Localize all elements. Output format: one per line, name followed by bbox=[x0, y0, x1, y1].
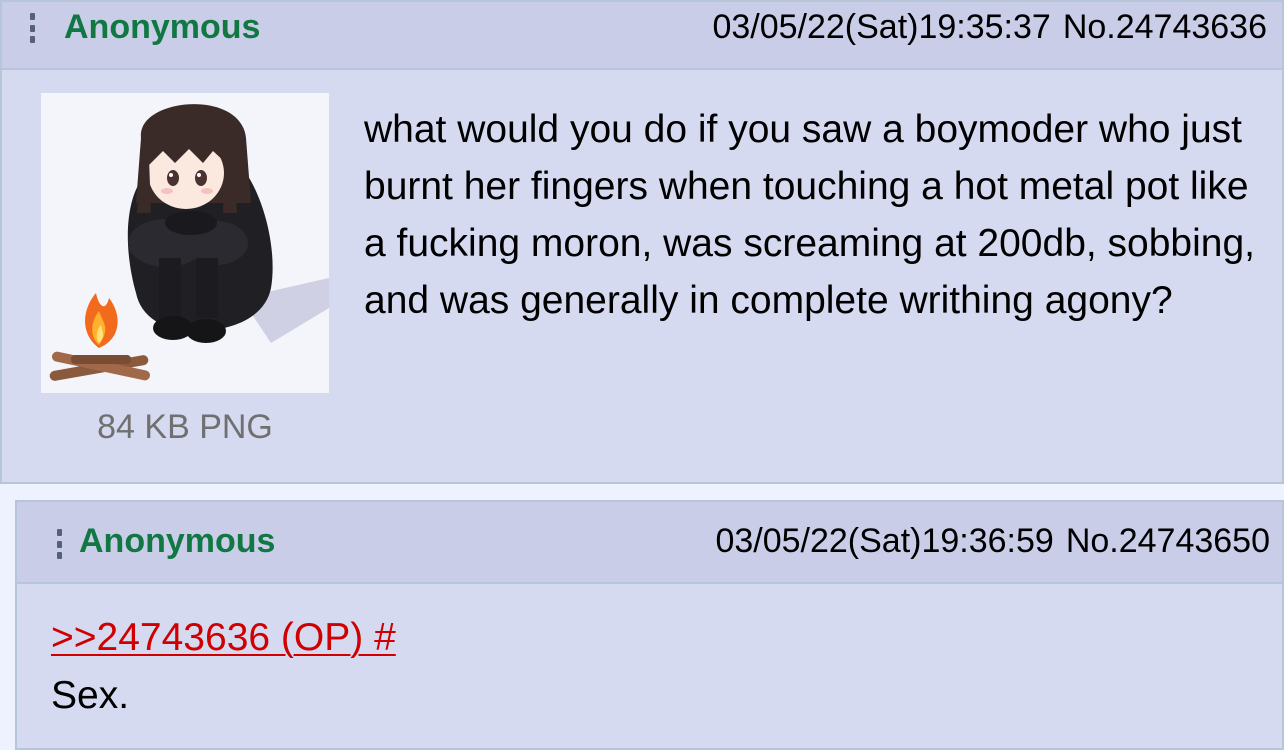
anime-girl-campfire-image bbox=[41, 93, 329, 393]
post-number[interactable]: No.24743650 bbox=[1066, 522, 1270, 560]
post-thumbnail[interactable] bbox=[41, 93, 329, 393]
post-header: Anonymous 03/05/22(Sat)19:35:37 No.247436… bbox=[2, 2, 1282, 70]
reply-post: Anonymous 03/05/22(Sat)19:36:59 No.247436… bbox=[15, 500, 1284, 750]
post-meta: 03/05/22(Sat)19:35:37 No.24743636 bbox=[712, 10, 1267, 44]
post-menu-icon[interactable] bbox=[30, 13, 36, 43]
post-header: Anonymous 03/05/22(Sat)19:36:59 No.247436… bbox=[17, 502, 1282, 584]
op-post: Anonymous 03/05/22(Sat)19:35:37 No.247436… bbox=[0, 0, 1284, 484]
poster-name: Anonymous bbox=[64, 8, 261, 46]
quote-link[interactable]: >>24743636 (OP) # bbox=[51, 618, 396, 657]
poster-name: Anonymous bbox=[79, 522, 276, 560]
post-datetime: 03/05/22(Sat)19:36:59 bbox=[715, 522, 1054, 560]
post-meta: 03/05/22(Sat)19:36:59 No.24743650 bbox=[715, 524, 1270, 558]
post-number[interactable]: No.24743636 bbox=[1063, 8, 1267, 46]
file-info: 84 KB PNG bbox=[97, 408, 273, 446]
post-message: what would you do if you saw a boymoder … bbox=[364, 108, 1256, 322]
post-message: Sex. bbox=[51, 674, 130, 717]
post-menu-icon[interactable] bbox=[57, 529, 63, 559]
post-datetime: 03/05/22(Sat)19:35:37 bbox=[712, 8, 1051, 46]
